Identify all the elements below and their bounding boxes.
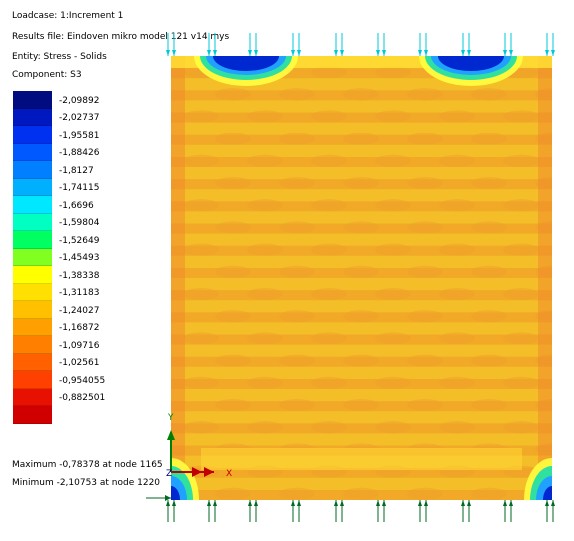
load-arrowhead-top xyxy=(207,50,211,56)
support-arrowhead-bottom xyxy=(248,500,252,506)
load-arrowhead-top xyxy=(172,50,176,56)
support-arrowhead-bottom xyxy=(545,500,549,506)
load-arrowhead-top xyxy=(418,50,422,56)
load-arrowhead-top xyxy=(297,50,301,56)
load-arrowhead-top xyxy=(545,50,549,56)
load-arrowhead-top xyxy=(461,50,465,56)
load-arrowhead-top xyxy=(213,50,217,56)
support-arrowhead-bottom xyxy=(291,500,295,506)
load-arrowhead-top xyxy=(340,50,344,56)
support-arrowhead-bottom xyxy=(297,500,301,506)
load-arrowhead-top xyxy=(248,50,252,56)
load-arrowhead-top xyxy=(166,50,170,56)
load-arrowhead-top xyxy=(254,50,258,56)
support-arrowhead-bottom xyxy=(376,500,380,506)
support-arrowhead-bottom xyxy=(461,500,465,506)
load-arrowhead-top xyxy=(376,50,380,56)
z-axis-label: Z xyxy=(166,469,172,479)
support-arrowhead-bottom xyxy=(334,500,338,506)
support-arrowhead-bottom xyxy=(467,500,471,506)
support-arrowhead-bottom xyxy=(207,500,211,506)
support-arrowhead-bottom xyxy=(418,500,422,506)
support-arrowhead-bottom xyxy=(551,500,555,506)
support-arrowhead-bottom xyxy=(509,500,513,506)
load-arrowhead-top xyxy=(334,50,338,56)
load-arrowhead-top xyxy=(467,50,471,56)
support-arrowhead-bottom xyxy=(254,500,258,506)
x-axis-arrowhead-2 xyxy=(192,467,202,477)
load-arrowhead-top xyxy=(382,50,386,56)
support-arrowhead-bottom xyxy=(213,500,217,506)
support-arrowhead-bottom xyxy=(424,500,428,506)
y-axis-label: Y xyxy=(167,413,174,423)
support-arrowhead-bottom xyxy=(166,500,170,506)
load-arrowhead-top xyxy=(503,50,507,56)
load-arrowhead-top xyxy=(509,50,513,56)
load-arrowhead-top xyxy=(291,50,295,56)
load-arrowhead-top xyxy=(551,50,555,56)
support-arrowhead-bottom xyxy=(382,500,386,506)
x-axis-label: X xyxy=(226,469,232,479)
load-arrowhead-top xyxy=(424,50,428,56)
y-axis-arrowhead xyxy=(167,430,175,440)
loads-and-axes-svg: Y X Z xyxy=(146,33,555,522)
support-arrowhead-bottom xyxy=(340,500,344,506)
x-axis-arrowhead xyxy=(204,467,214,477)
support-arrowhead-bottom xyxy=(503,500,507,506)
support-arrowhead-bottom xyxy=(172,500,176,506)
